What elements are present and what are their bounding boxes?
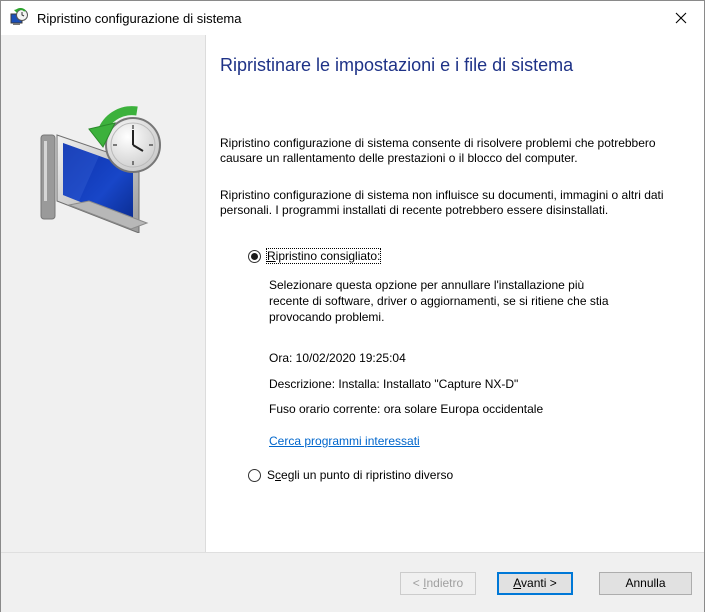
content-area: Ripristinare le impostazioni e i file di… bbox=[206, 35, 704, 552]
recommended-restore-radio[interactable] bbox=[248, 249, 261, 263]
choose-different-point-radio[interactable] bbox=[248, 468, 261, 482]
close-button[interactable] bbox=[658, 1, 704, 35]
scan-affected-programs-link[interactable]: Cerca programmi interessati bbox=[269, 434, 420, 448]
title-bar: Ripristino configurazione di sistema bbox=[1, 1, 704, 35]
choose-different-point-label[interactable]: Scegli un punto di ripristino diverso bbox=[267, 468, 453, 482]
restore-timezone: Fuso orario corrente: ora solare Europa … bbox=[269, 402, 544, 416]
intro-paragraph: Ripristino configurazione di sistema con… bbox=[220, 136, 656, 165]
page-heading: Ripristinare le impostazioni e i file di… bbox=[220, 55, 574, 75]
restore-time: Ora: 10/02/2020 19:25:04 bbox=[269, 351, 406, 365]
window-title: Ripristino configurazione di sistema bbox=[37, 11, 242, 26]
recommended-restore-description: Selezionare questa opzione per annullare… bbox=[269, 278, 609, 324]
system-restore-window: Ripristino configurazione di sistema Rip… bbox=[0, 0, 705, 612]
button-bar: < Indietro Avanti > Annulla bbox=[1, 552, 704, 612]
restore-description: Descrizione: Installa: Installato "Captu… bbox=[269, 377, 519, 391]
side-panel bbox=[1, 35, 206, 552]
cancel-button[interactable]: Annulla bbox=[599, 572, 692, 595]
next-button[interactable]: Avanti > bbox=[497, 572, 573, 595]
recommended-restore-option[interactable]: Ripristino consigliato: bbox=[248, 248, 382, 264]
recommended-restore-label[interactable]: Ripristino consigliato: bbox=[265, 248, 382, 264]
note-paragraph: Ripristino configurazione di sistema non… bbox=[220, 188, 664, 217]
system-restore-hero-icon bbox=[40, 106, 161, 233]
close-icon bbox=[675, 12, 687, 24]
choose-different-point-option[interactable]: Scegli un punto di ripristino diverso bbox=[248, 468, 453, 482]
back-button[interactable]: < Indietro bbox=[400, 572, 476, 595]
system-restore-title-icon bbox=[10, 8, 28, 25]
